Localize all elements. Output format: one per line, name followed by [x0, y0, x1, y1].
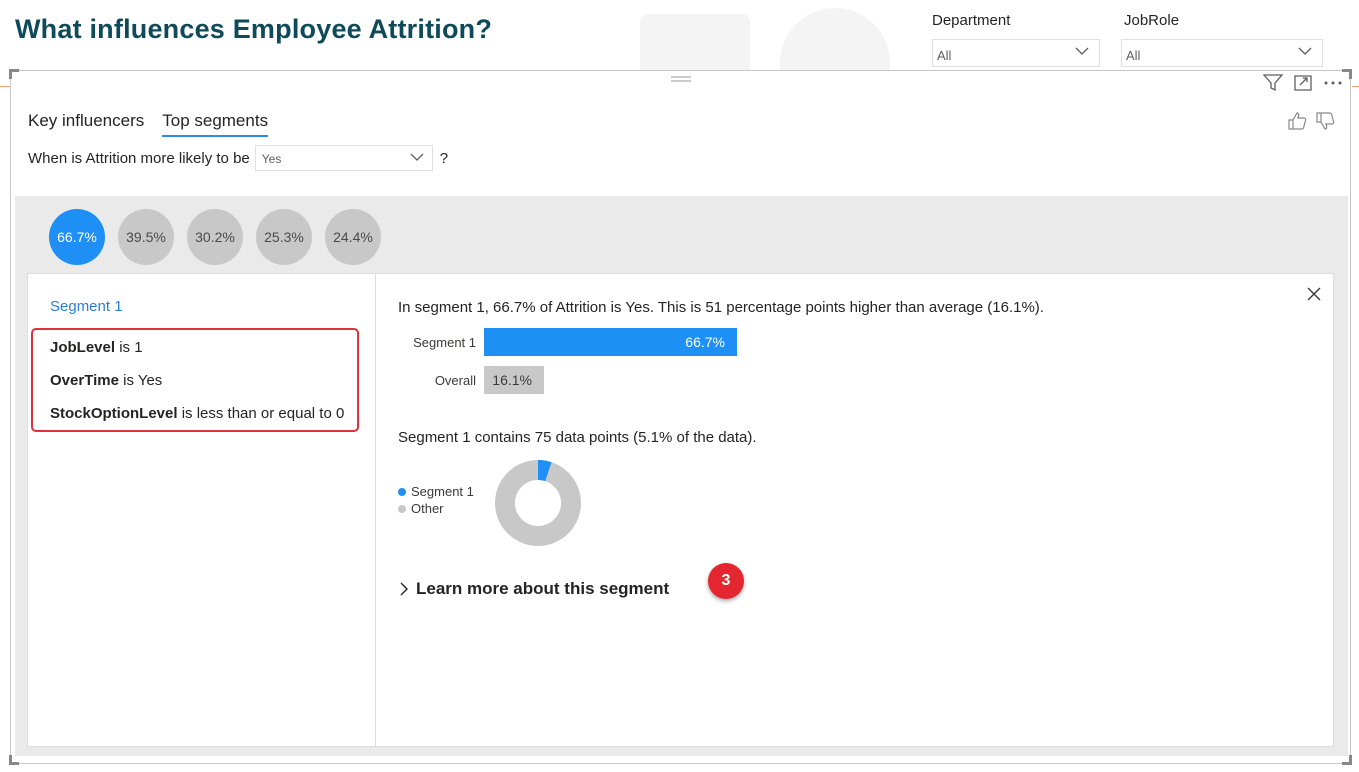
filter-icon[interactable] [1262, 73, 1284, 93]
thumbs-down-icon[interactable] [1314, 111, 1336, 131]
jobrole-slicer-label: JobRole [1124, 12, 1180, 29]
segment-stats-panel: In segment 1, 66.7% of Attrition is Yes.… [376, 274, 1334, 746]
thumbs-up-icon[interactable] [1286, 111, 1308, 131]
segment-conditions: JobLevel is 1 OverTime is Yes StockOptio… [31, 328, 359, 432]
segment-detail-card: Segment 1 JobLevel is 1 OverTime is Yes … [27, 273, 1334, 747]
segment-bar-row: Segment 1 66.7% [398, 328, 737, 356]
decorative-edge [0, 86, 10, 87]
legend-dot [398, 487, 406, 496]
segment-size-text: Segment 1 contains 75 data points (5.1% … [398, 429, 757, 446]
resize-corner[interactable] [1342, 755, 1352, 765]
segment-title: Segment 1 [50, 298, 123, 315]
condition-item: JobLevel is 1 [50, 339, 357, 372]
jobrole-slicer: JobRole All [1121, 12, 1323, 67]
close-icon[interactable] [1306, 286, 1322, 302]
legend-dot [398, 504, 406, 513]
jobrole-dropdown[interactable]: All [1121, 39, 1323, 67]
attrition-value: Yes [261, 152, 282, 166]
step-badge: 3 [708, 563, 744, 599]
condition-rule: is 1 [119, 339, 143, 356]
attrition-value-dropdown[interactable]: Yes [254, 145, 433, 171]
resize-corner[interactable] [9, 69, 19, 79]
focus-mode-icon[interactable] [1292, 73, 1314, 93]
segment-bubbles: 66.7% 39.5% 30.2% 25.3% 24.4% [49, 209, 381, 265]
drag-handle-icon[interactable] [671, 75, 691, 83]
condition-item: StockOptionLevel is less than or equal t… [50, 405, 357, 438]
learn-more-toggle[interactable]: Learn more about this segment [398, 579, 669, 599]
segment-bubble[interactable]: 30.2% [187, 209, 243, 265]
legend-item: Other [398, 500, 474, 517]
question-text: When is Attrition more likely to be [28, 149, 250, 167]
condition-field: StockOptionLevel [50, 405, 178, 422]
segment-bar: 66.7% [484, 328, 737, 356]
department-dropdown[interactable]: All [932, 39, 1100, 67]
key-influencers-visual[interactable]: Key influencers Top segments When is Att… [9, 69, 1352, 765]
legend-label: Other [411, 501, 444, 516]
segments-panel: 66.7% 39.5% 30.2% 25.3% 24.4% Segment 1 … [15, 196, 1348, 756]
chevron-right-icon [400, 582, 408, 596]
condition-field: OverTime [50, 372, 119, 389]
resize-corner[interactable] [9, 755, 19, 765]
jobrole-dropdown-value: All [1126, 48, 1141, 63]
overall-bar: 16.1% [484, 366, 544, 394]
bar-label: Overall [434, 372, 476, 388]
bar-label: Segment 1 [413, 334, 476, 350]
department-slicer: Department All [932, 12, 1100, 67]
segment-definition-panel: Segment 1 JobLevel is 1 OverTime is Yes … [28, 274, 376, 746]
segment-bubble[interactable]: 25.3% [256, 209, 312, 265]
page-title: What influences Employee Attrition? [15, 14, 493, 44]
segment-bubble[interactable]: 24.4% [325, 209, 381, 265]
legend-item: Segment 1 [398, 483, 474, 500]
legend-label: Segment 1 [411, 484, 474, 499]
donut-legend: Segment 1 Other [398, 483, 474, 517]
department-dropdown-value: All [937, 48, 952, 63]
more-options-icon[interactable] [1322, 73, 1344, 93]
department-slicer-label: Department [932, 12, 1011, 29]
feedback-buttons [1286, 111, 1336, 131]
chevron-down-icon [1298, 47, 1312, 55]
question-row: When is Attrition more likely to be Yes … [28, 145, 448, 171]
condition-rule: is Yes [123, 372, 163, 389]
segment-bubble[interactable]: 66.7% [49, 209, 105, 265]
learn-more-label: Learn more about this segment [416, 579, 670, 598]
condition-rule: is less than or equal to 0 [181, 405, 345, 422]
segment-donut-chart [495, 460, 581, 546]
question-mark: ? [439, 149, 449, 167]
background-shape [640, 14, 750, 74]
chevron-down-icon [1075, 47, 1089, 55]
segment-bubble[interactable]: 39.5% [118, 209, 174, 265]
overall-bar-row: Overall 16.1% [398, 366, 544, 394]
tab-top-segments[interactable]: Top segments [162, 111, 269, 137]
tab-key-influencers[interactable]: Key influencers [28, 111, 144, 137]
visual-header [1262, 73, 1344, 93]
condition-field: JobLevel [50, 339, 116, 356]
decorative-edge [1352, 86, 1359, 87]
visual-tabs: Key influencers Top segments [28, 111, 269, 137]
chevron-down-icon [410, 153, 424, 161]
condition-item: OverTime is Yes [50, 372, 357, 405]
segment-summary: In segment 1, 66.7% of Attrition is Yes.… [398, 299, 1044, 316]
